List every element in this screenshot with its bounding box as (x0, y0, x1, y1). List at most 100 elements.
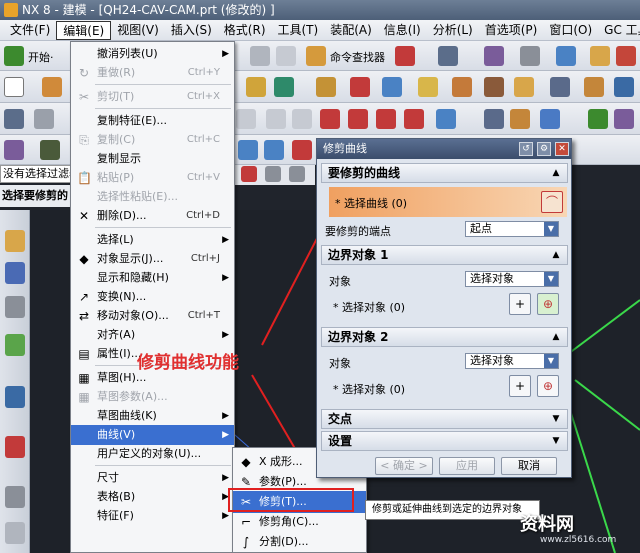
edit-menu-item[interactable]: ⎘ 复制(C) Ctrl+C (71, 130, 234, 150)
boundary2-object-label: 对象 (329, 357, 351, 370)
trim-curve-dialog: 修剪曲线 ↺ ⚙ ✕ 要修剪的曲线 ▲ * 选择曲线 (0) ⌒ 要修剪的端点 … (316, 138, 572, 478)
section-boundary-2[interactable]: 边界对象 2 ▲ (321, 327, 568, 347)
menu-item-icon: ◆ (79, 252, 89, 266)
menu-item-label: 撤消列表(U) (97, 47, 158, 60)
menu-item-shortcut: Ctrl+X (186, 91, 220, 102)
apply-button[interactable]: 应用 (439, 457, 495, 475)
chevron-down-icon: ▼ (552, 414, 560, 424)
edit-menu-item[interactable]: 尺寸 ▶ (71, 468, 234, 488)
section-settings[interactable]: 设置 ▼ (321, 431, 568, 451)
submenu-arrow-icon: ▶ (222, 411, 229, 421)
menu-item-shortcut: Ctrl+T (187, 310, 220, 321)
edit-menu-item[interactable]: 撤消列表(U) ▶ (71, 44, 234, 64)
add-point-icon[interactable]: + (509, 293, 531, 315)
endpoint-select[interactable]: 起点 ▼ (465, 221, 559, 237)
dialog-title: 修剪曲线 (323, 142, 367, 155)
edit-menu-item[interactable]: 复制特征(E)... (71, 111, 234, 131)
edit-menu-item[interactable]: 特征(F) ▶ (71, 506, 234, 526)
menu-item-icon: ↻ (78, 66, 90, 80)
reset-icon[interactable]: ↺ (519, 142, 533, 156)
menu-item-label: 用户定义的对象(U)... (97, 447, 202, 460)
cancel-button[interactable]: 取消 (501, 457, 557, 475)
menu-item-icon: ⇄ (78, 309, 90, 323)
chevron-up-icon: ▲ (552, 332, 560, 342)
edit-menu: 撤消列表(U) ▶ ↻ 重做(R) Ctrl+Y ✂ 剪切(T) Ctrl+X 复制特征(E).… (70, 41, 235, 553)
crosshair-icon[interactable]: ⊕ (537, 293, 559, 315)
menu-item-label: 删除(D)... (97, 209, 147, 222)
edit-menu-item[interactable]: 选择(L) ▶ (71, 230, 234, 250)
submenu-item-label: 参数(P)... (259, 475, 307, 488)
edit-menu-item[interactable]: ✂ 剪切(T) Ctrl+X (71, 87, 234, 107)
menu-item-shortcut: Ctrl+J (190, 253, 220, 264)
edit-menu-item[interactable]: 曲线(V) ▶ (71, 425, 234, 445)
submenu-arrow-icon: ▶ (222, 473, 229, 483)
submenu-item-label: 分割(D)... (259, 535, 309, 548)
menu-item-icon: ▤ (78, 347, 90, 361)
menu-item-label: 表格(B) (97, 490, 136, 503)
menu-item-shortcut: Ctrl+D (186, 210, 220, 221)
section-curve-to-trim[interactable]: 要修剪的曲线 ▲ (321, 163, 568, 183)
edit-menu-item[interactable]: ↻ 重做(R) Ctrl+Y (71, 63, 234, 83)
edit-menu-item[interactable]: ↗ 变换(N)... (71, 287, 234, 307)
boundary2-object-select[interactable]: 选择对象 ▼ (465, 353, 559, 369)
settings-icon[interactable]: ⚙ (537, 142, 551, 156)
chevron-down-icon: ▼ (552, 436, 560, 446)
menu-item-label: 重做(R) (97, 66, 136, 79)
edit-menu-item[interactable]: 📋 粘贴(P) Ctrl+V (71, 168, 234, 188)
curve-submenu-item[interactable]: ⌐ 修剪角(C)... (233, 511, 366, 533)
select-curve-row[interactable]: * 选择曲线 (0) ⌒ (329, 187, 567, 217)
edit-menu-item[interactable]: 复制显示 (71, 149, 234, 169)
edit-menu-item[interactable]: ✕ 删除(D)... Ctrl+D (71, 206, 234, 226)
curve-picker-icon[interactable]: ⌒ (541, 191, 563, 213)
close-icon[interactable]: ✕ (555, 142, 569, 156)
menu-item-label: 尺寸 (97, 471, 119, 484)
chevron-up-icon: ▲ (552, 168, 560, 178)
edit-menu-item[interactable]: 草图曲线(K) ▶ (71, 406, 234, 426)
menu-item-shortcut: Ctrl+V (186, 172, 220, 183)
edit-menu-item[interactable]: 显示和隐藏(H) ▶ (71, 268, 234, 288)
curve-tool-icon: ◆ (241, 455, 251, 469)
menu-item-icon: ▦ (78, 390, 90, 404)
edit-menu-item[interactable]: 表格(B) ▶ (71, 487, 234, 507)
submenu-arrow-icon: ▶ (222, 235, 229, 245)
boundary1-select-label: * 选择对象 (0) (333, 301, 406, 314)
section-title: 边界对象 2 (328, 330, 389, 344)
menu-item-label: 选择性粘贴(E)... (97, 190, 179, 203)
boundary1-object-value: 选择对象 (470, 272, 514, 285)
trim-highlight-box (228, 488, 354, 512)
edit-menu-item[interactable]: ⇄ 移动对象(O)... Ctrl+T (71, 306, 234, 326)
menu-item-label: 草图参数(A)... (97, 390, 168, 403)
edit-menu-item[interactable]: ◆ 对象显示(J)... Ctrl+J (71, 249, 234, 269)
menu-item-label: 复制特征(E)... (97, 114, 168, 127)
ok-button[interactable]: < 确定 > (375, 457, 433, 475)
edit-menu-item[interactable]: ▦ 草图参数(A)... (71, 387, 234, 407)
chevron-up-icon: ▲ (552, 250, 560, 260)
annotation-text: 修剪曲线功能 (137, 353, 239, 373)
menu-item-icon: ↗ (78, 290, 90, 304)
menu-item-label: 对齐(A) (97, 328, 136, 341)
section-intersection[interactable]: 交点 ▼ (321, 409, 568, 429)
edit-menu-item[interactable]: 选择性粘贴(E)... (71, 187, 234, 207)
crosshair-icon[interactable]: ⊕ (537, 375, 559, 397)
submenu-arrow-icon: ▶ (222, 49, 229, 59)
endpoint-label: 要修剪的端点 (325, 225, 391, 238)
submenu-item-label: X 成形... (259, 455, 303, 468)
menu-separator (95, 227, 231, 228)
boundary1-object-select[interactable]: 选择对象 ▼ (465, 271, 559, 287)
boundary2-select-label: * 选择对象 (0) (333, 383, 406, 396)
section-title: 要修剪的曲线 (328, 166, 401, 180)
select-curve-label: * 选择曲线 (0) (335, 197, 408, 210)
section-title: 边界对象 1 (328, 248, 389, 262)
menu-item-icon: ⎘ (79, 133, 89, 147)
menu-item-label: 选择(L) (97, 233, 134, 246)
curve-submenu-item[interactable]: ∫ 分割(D)... (233, 531, 366, 553)
add-point-icon[interactable]: + (509, 375, 531, 397)
menu-item-label: 对象显示(J)... (97, 252, 164, 265)
section-boundary-1[interactable]: 边界对象 1 ▲ (321, 245, 568, 265)
submenu-arrow-icon: ▶ (222, 330, 229, 340)
boundary1-object-label: 对象 (329, 275, 351, 288)
endpoint-value: 起点 (470, 222, 492, 235)
edit-menu-item[interactable]: 对齐(A) ▶ (71, 325, 234, 345)
edit-menu-item[interactable]: 用户定义的对象(U)... (71, 444, 234, 464)
chevron-down-icon: ▼ (544, 222, 558, 236)
